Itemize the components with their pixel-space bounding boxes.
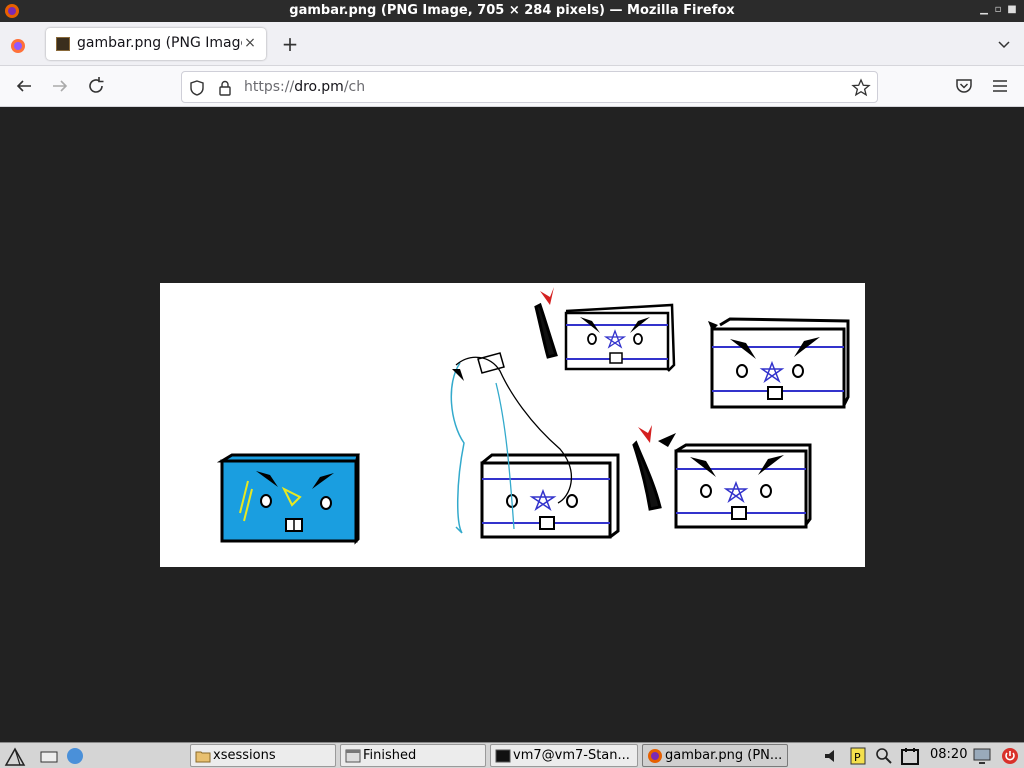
task-label: xsessions: [213, 748, 276, 763]
bookmark-star-icon[interactable]: [851, 78, 871, 98]
screen-icon[interactable]: [972, 746, 992, 766]
address-bar[interactable]: https://dro.pm/ch: [181, 71, 878, 103]
close-tab-button[interactable]: ×: [242, 34, 258, 52]
task-firefox[interactable]: gambar.png (PN...: [642, 744, 788, 767]
middle-box-drawing: [450, 352, 620, 539]
minimize-button[interactable]: ▁: [978, 4, 990, 16]
close-window-button[interactable]: ■: [1006, 4, 1018, 16]
firefox-icon: [648, 749, 662, 763]
browser-launcher-icon[interactable]: [64, 745, 86, 767]
drawing-image: [216, 287, 850, 545]
url-host: dro.pm: [294, 79, 344, 95]
forward-arrow-icon[interactable]: [48, 74, 72, 98]
navigation-toolbar: https://dro.pm/ch: [0, 66, 1024, 107]
png-image[interactable]: [160, 283, 865, 567]
taskbar: xsessions Finished vm7@vm7-Stan... gamba…: [0, 742, 1024, 768]
tab-strip: gambar.png (PNG Image, 705 × 284 pixels)…: [0, 22, 1024, 66]
tab-gambar[interactable]: gambar.png (PNG Image, 705 × 284 pixels)…: [46, 28, 266, 60]
window-title: gambar.png (PNG Image, 705 × 284 pixels)…: [289, 3, 735, 18]
task-label: Finished: [363, 748, 417, 763]
volume-icon[interactable]: [822, 746, 842, 766]
task-label: vm7@vm7-Stan...: [513, 748, 630, 763]
back-arrow-icon[interactable]: [12, 74, 36, 98]
magnifier-icon[interactable]: [874, 746, 894, 766]
task-xsessions[interactable]: xsessions: [190, 744, 336, 767]
clock[interactable]: 08:20: [930, 747, 967, 762]
shield-icon[interactable]: [188, 79, 206, 97]
hamburger-menu-icon[interactable]: [988, 74, 1012, 98]
start-menu-icon[interactable]: [4, 745, 26, 767]
url-text[interactable]: https://dro.pm/ch: [244, 79, 365, 95]
reload-icon[interactable]: [84, 74, 108, 98]
firefox-view-icon[interactable]: [8, 36, 28, 56]
maximize-button[interactable]: ▫: [992, 4, 1004, 16]
new-tab-button[interactable]: +: [280, 32, 300, 56]
pocket-icon[interactable]: [952, 74, 976, 98]
folder-icon: [195, 751, 211, 763]
calendar-icon[interactable]: [900, 746, 920, 766]
lock-icon[interactable]: [216, 79, 234, 97]
top-right-box-drawing: [708, 317, 850, 409]
power-icon[interactable]: [1000, 746, 1020, 766]
bottom-right-box-drawing: [632, 425, 812, 529]
url-path: /ch: [343, 79, 366, 95]
tab-label: gambar.png (PNG Image, 705 × 284 pixels): [77, 35, 242, 51]
window-titlebar: gambar.png (PNG Image, 705 × 284 pixels)…: [0, 0, 1024, 22]
page-viewport: [0, 107, 1024, 742]
task-label: gambar.png (PN...: [665, 748, 783, 763]
blue-box-drawing: [216, 453, 360, 545]
terminal-icon: [495, 749, 511, 763]
file-manager-icon[interactable]: [38, 745, 60, 767]
clipboard-icon[interactable]: P: [848, 746, 868, 766]
chevron-down-icon[interactable]: [996, 36, 1012, 52]
url-scheme: https://: [244, 79, 295, 95]
window-icon: [345, 749, 361, 763]
task-terminal[interactable]: vm7@vm7-Stan...: [490, 744, 638, 767]
top-box-drawing: [534, 287, 676, 372]
svg-text:P: P: [854, 751, 861, 764]
image-thumbnail-icon: [56, 37, 70, 51]
task-finished[interactable]: Finished: [340, 744, 486, 767]
